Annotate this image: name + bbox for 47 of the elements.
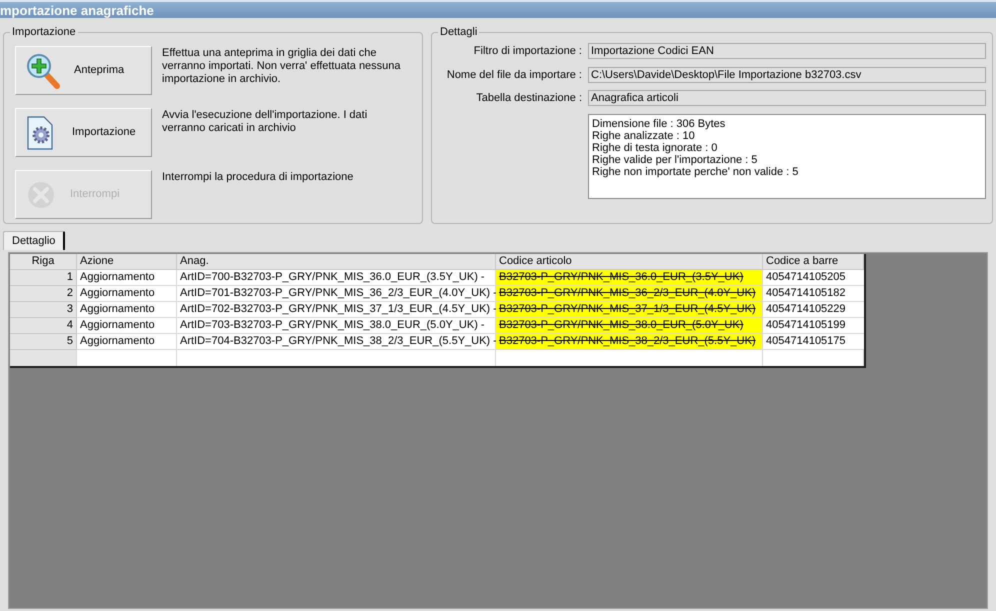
magnifier-plus-icon (26, 52, 60, 88)
row-number: 4 (10, 318, 77, 334)
summary-line: Righe valide per l'importazione : 5 (592, 154, 758, 166)
field-label: Nome del file da importare : (446, 68, 582, 82)
table-cell: B32703-P_GRY/PNK_MIS_36.0_EUR_(3.5Y_UK) (496, 270, 763, 286)
table-cell: B32703-P_GRY/PNK_MIS_38_2/3_EUR_(5.5Y_UK) (496, 334, 763, 350)
action-description: Effettua una anteprima in griglia dei dati che verranno importati. Non verra' effettuata nessuna importazione in archivio. (162, 46, 402, 87)
group-title: Importazione (10, 25, 78, 39)
table-cell: Aggiornamento (77, 302, 177, 318)
table-cell: 4054714105229 (763, 302, 864, 318)
column-header: Anag. (177, 254, 496, 270)
table-cell: B32703-P_GRY/PNK_MIS_38.0_EUR_(5.0Y_UK) (496, 318, 763, 334)
row-number: 1 (10, 270, 77, 286)
table-cell: 4054714105182 (763, 286, 864, 302)
column-header: Azione (77, 254, 177, 270)
row-number: 2 (10, 286, 77, 302)
table-cell: 4054714105175 (763, 334, 864, 350)
group-title: Dettagli (438, 25, 480, 39)
summary-line: Dimensione file : 306 Bytes (592, 118, 726, 130)
table-cell: B32703-P_GRY/PNK_MIS_36_2/3_EUR_(4.0Y_UK) (496, 286, 763, 302)
table-cell: ArtID=703-B32703-P_GRY/PNK_MIS_38.0_EUR_(5.0Y_UK) - (177, 318, 496, 334)
table-cell: Aggiornamento (77, 318, 177, 334)
row-number: 3 (10, 302, 77, 318)
column-header: Codice a barre (763, 254, 864, 270)
action-button[interactable]: Anteprima (15, 46, 152, 95)
empty-cell (10, 350, 77, 366)
table-cell: 4054714105205 (763, 270, 864, 286)
readonly-field: Anagrafica articoli (588, 90, 986, 106)
table-cell: Aggiornamento (77, 334, 177, 350)
field-label: Tabella destinazione : (475, 91, 582, 106)
table-cell: Aggiornamento (77, 270, 177, 286)
tab[interactable]: Dettaglio (3, 231, 66, 250)
action-description: Interrompi la procedura di importazione (162, 170, 354, 185)
summary-line: Righe di testa ignorate : 0 (592, 142, 718, 154)
action-description: Avvia l'esecuzione dell'importazione. I dati verranno caricati in archivio (162, 108, 368, 136)
action-button[interactable]: Importazione (15, 108, 152, 157)
readonly-field: Importazione Codici EAN (588, 43, 986, 60)
window-title: mportazione anagrafiche (0, 4, 154, 16)
summary-line: Righe analizzate : 10 (592, 130, 696, 142)
field-label: Filtro di importazione : (472, 44, 582, 59)
table-cell: Aggiornamento (77, 286, 177, 302)
table-cell: 4054714105199 (763, 318, 864, 334)
summary-line: Righe non importate perche' non valide : 5 (592, 166, 800, 178)
table-cell: B32703-P_GRY/PNK_MIS_37_1/3_EUR_(4.5Y_UK) (496, 302, 763, 318)
table-cell: ArtID=700-B32703-P_GRY/PNK_MIS_36.0_EUR_(3.5Y_UK) - (177, 270, 496, 286)
row-number: 5 (10, 334, 77, 350)
readonly-field: C:\Users\Davide\Desktop\File Importazione b32703.csv (588, 66, 986, 83)
